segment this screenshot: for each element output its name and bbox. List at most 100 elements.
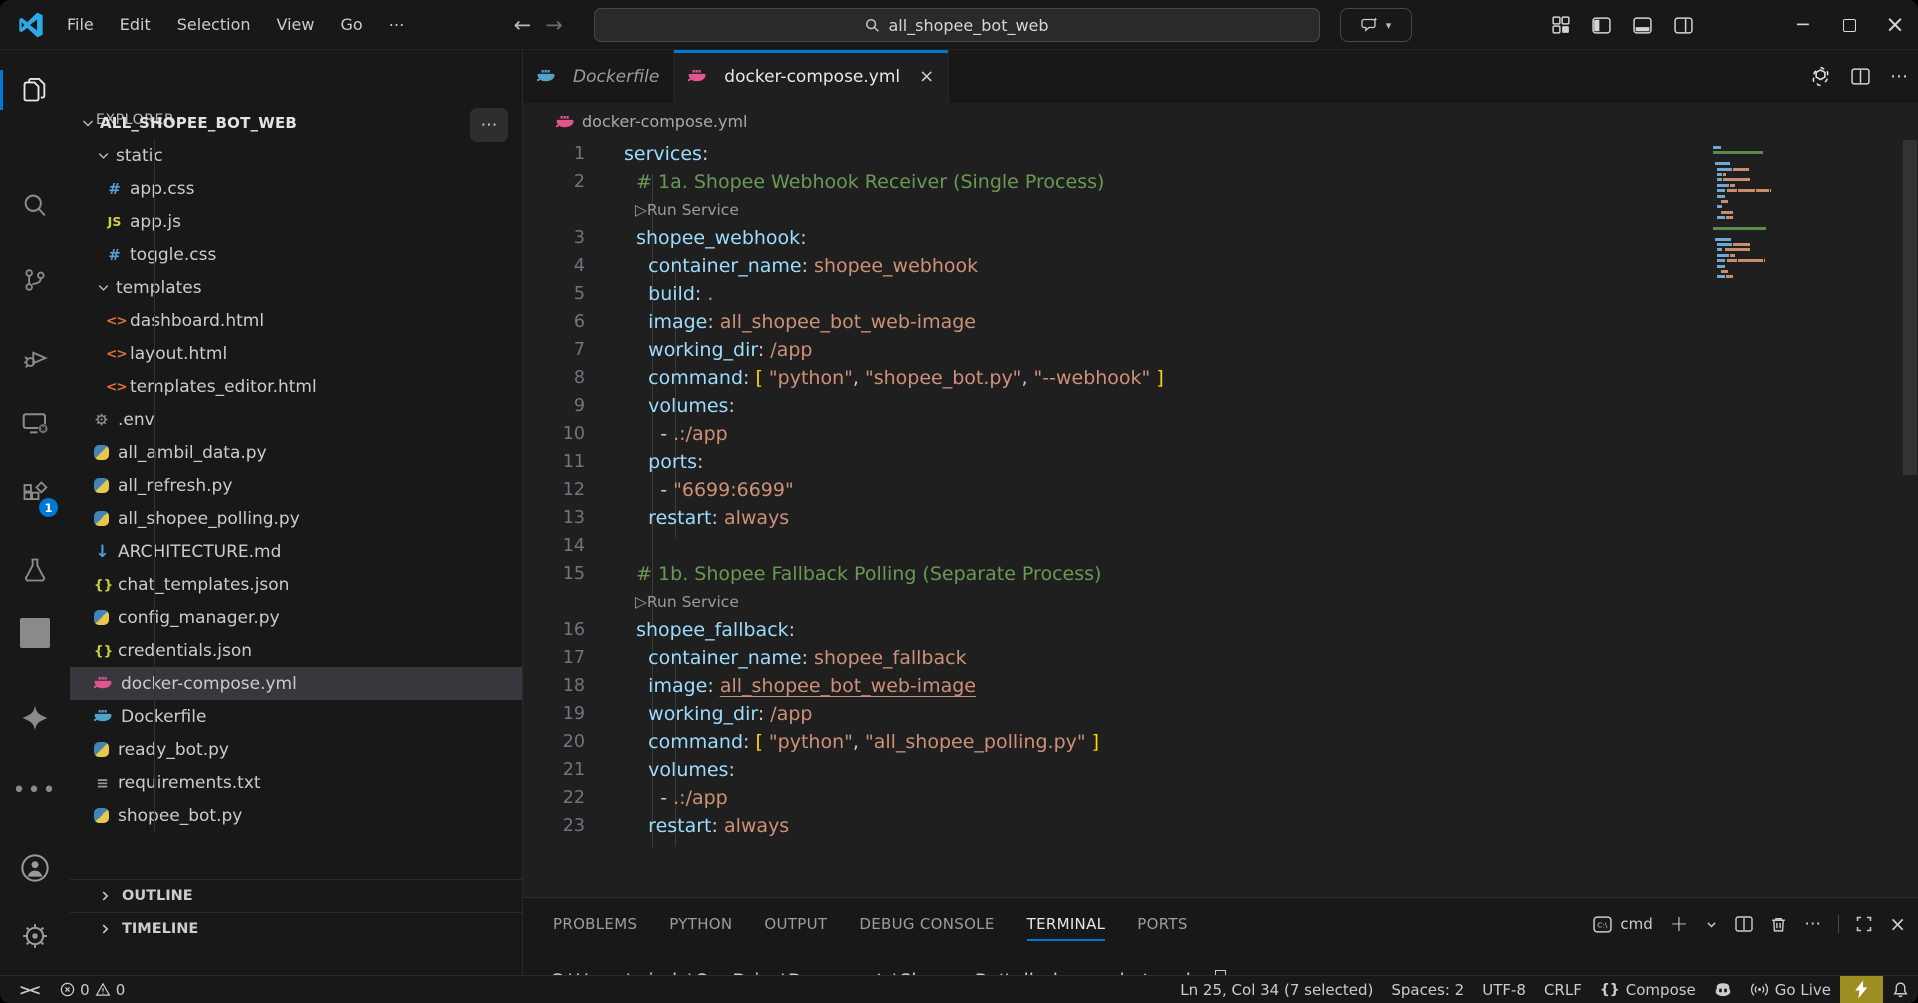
- tree-item-credentials.json[interactable]: {}credentials.json: [70, 634, 522, 667]
- tree-item-all-shopee-polling.py[interactable]: all_shopee_polling.py: [70, 502, 522, 535]
- menu-view[interactable]: View: [264, 10, 328, 39]
- tree-item-docker-compose.yml[interactable]: docker-compose.yml: [70, 667, 522, 700]
- tree-item-chat-templates.json[interactable]: {}chat_templates.json: [70, 568, 522, 601]
- tree-item-app.js[interactable]: JSapp.js: [70, 205, 522, 238]
- menu-go[interactable]: Go: [327, 10, 375, 39]
- new-terminal-icon[interactable]: +: [1670, 912, 1688, 937]
- status-language-mode[interactable]: {}Compose: [1591, 976, 1705, 1003]
- tree-item-layout.html[interactable]: <>layout.html: [70, 337, 522, 370]
- css-file-icon: #: [106, 246, 123, 264]
- tree-item-static[interactable]: static: [70, 139, 522, 172]
- split-terminal-icon[interactable]: [1735, 916, 1753, 932]
- toggle-panel-icon[interactable]: [1633, 17, 1652, 34]
- code-editor[interactable]: 1services:2 # 1a. Shopee Webhook Receive…: [523, 140, 1918, 897]
- editor-tab-docker-compose-yml[interactable]: docker-compose.yml×: [674, 50, 949, 103]
- outline-section[interactable]: OUTLINE: [70, 879, 522, 912]
- panel-tab-output[interactable]: OUTPUT: [764, 898, 827, 950]
- tree-item-templates[interactable]: templates: [70, 271, 522, 304]
- status-thunder-client[interactable]: [1840, 976, 1883, 1003]
- minimap[interactable]: [1713, 146, 1823, 281]
- split-editor-icon[interactable]: [1851, 68, 1870, 85]
- toggle-secondary-sidebar-icon[interactable]: [1674, 17, 1693, 34]
- menu-[interactable]: ⋯: [376, 10, 418, 39]
- maximize-panel-icon[interactable]: [1856, 916, 1872, 932]
- settings-gear-icon[interactable]: [0, 908, 70, 964]
- close-window-button[interactable]: ×: [1872, 0, 1918, 50]
- panel-tab-terminal[interactable]: TERMINAL: [1027, 898, 1106, 950]
- more-views-icon[interactable]: •••: [0, 762, 70, 818]
- kill-terminal-trash-icon[interactable]: [1770, 916, 1787, 933]
- search-icon[interactable]: [0, 177, 70, 233]
- terminal-dropdown-chevron-icon[interactable]: [1705, 918, 1718, 931]
- customize-layout-icon[interactable]: [1552, 16, 1570, 34]
- line-number: 2: [523, 168, 585, 196]
- minimap-line: [1713, 168, 1823, 171]
- chatgpt-icon[interactable]: [1810, 66, 1831, 87]
- remote-indicator[interactable]: ><: [10, 976, 47, 1003]
- panel-tab-problems[interactable]: PROBLEMS: [553, 898, 637, 950]
- editor-scrollbar[interactable]: [1902, 140, 1918, 897]
- status-encoding[interactable]: UTF-8: [1473, 976, 1535, 1003]
- forward-arrow-icon[interactable]: →: [545, 13, 563, 37]
- file-label: all_refresh.py: [118, 476, 232, 496]
- tree-item-app.css[interactable]: #app.css: [70, 172, 522, 205]
- tree-item-dashboard.html[interactable]: <>dashboard.html: [70, 304, 522, 337]
- testing-icon[interactable]: [0, 542, 70, 598]
- explorer-icon[interactable]: [0, 62, 70, 118]
- panel-tab-debug-console[interactable]: DEBUG CONSOLE: [859, 898, 994, 950]
- minimap-line: [1713, 270, 1823, 273]
- tree-item-toggle.css[interactable]: #toggle.css: [70, 238, 522, 271]
- minimap-line: [1713, 275, 1823, 278]
- panel-more-actions-icon[interactable]: ⋯: [1804, 914, 1821, 934]
- problems-status[interactable]: 0 0: [51, 976, 134, 1003]
- terminal-shell-selector[interactable]: C:\ cmd: [1593, 915, 1652, 933]
- toggle-primary-sidebar-icon[interactable]: [1592, 17, 1611, 34]
- line-number: 20: [523, 728, 585, 756]
- accounts-icon[interactable]: [0, 840, 70, 896]
- close-panel-icon[interactable]: ×: [1889, 912, 1906, 936]
- extension-square-icon[interactable]: [0, 605, 70, 661]
- tree-item-architecture.md[interactable]: ↓ARCHITECTURE.md: [70, 535, 522, 568]
- remote-explorer-icon[interactable]: [0, 395, 70, 451]
- tree-item-dockerfile[interactable]: Dockerfile: [70, 700, 522, 733]
- tree-root-folder[interactable]: ALL_SHOPEE_BOT_WEB: [70, 106, 522, 139]
- command-center-label: all_shopee_bot_web: [888, 16, 1048, 35]
- error-count: 0: [80, 981, 90, 999]
- status-go-live[interactable]: Go Live: [1741, 976, 1840, 1003]
- tree-item-config-manager.py[interactable]: config_manager.py: [70, 601, 522, 634]
- menu-edit[interactable]: Edit: [107, 10, 164, 39]
- breadcrumb[interactable]: docker-compose.yml: [523, 103, 1918, 140]
- gemini-sparkle-icon[interactable]: [0, 690, 70, 746]
- codelens-run-service[interactable]: ▷Run Service: [523, 588, 1918, 616]
- back-arrow-icon[interactable]: ←: [514, 13, 532, 37]
- tree-item-ready-bot.py[interactable]: ready_bot.py: [70, 733, 522, 766]
- status-copilot-status[interactable]: [1705, 976, 1741, 1003]
- status-cursor-position[interactable]: Ln 25, Col 34 (7 selected): [1171, 976, 1382, 1003]
- scrollbar-thumb[interactable]: [1903, 140, 1917, 475]
- status-eol[interactable]: CRLF: [1535, 976, 1591, 1003]
- copilot-chat-button[interactable]: ▾: [1340, 8, 1412, 42]
- menu-file[interactable]: File: [54, 10, 107, 39]
- maximize-button[interactable]: [1826, 0, 1872, 50]
- more-actions-icon[interactable]: ⋯: [1890, 66, 1908, 87]
- menu-selection[interactable]: Selection: [164, 10, 264, 39]
- tree-item-templates-editor.html[interactable]: <>templates_editor.html: [70, 370, 522, 403]
- panel-tab-ports[interactable]: PORTS: [1137, 898, 1187, 950]
- run-debug-icon[interactable]: [0, 330, 70, 386]
- minimize-button[interactable]: ─: [1780, 0, 1826, 50]
- close-tab-icon[interactable]: ×: [919, 66, 934, 87]
- panel-tab-python[interactable]: PYTHON: [669, 898, 732, 950]
- tree-item-shopee-bot.py[interactable]: shopee_bot.py: [70, 799, 522, 832]
- timeline-section[interactable]: TIMELINE: [70, 912, 522, 945]
- status-indentation[interactable]: Spaces: 2: [1382, 976, 1473, 1003]
- tree-item-all-ambil-data.py[interactable]: all_ambil_data.py: [70, 436, 522, 469]
- tree-item-requirements.txt[interactable]: ≡requirements.txt: [70, 766, 522, 799]
- tree-item-all-refresh.py[interactable]: all_refresh.py: [70, 469, 522, 502]
- codelens-run-service[interactable]: ▷Run Service: [523, 196, 1918, 224]
- editor-tab-dockerfile[interactable]: Dockerfile: [523, 50, 674, 103]
- source-control-icon[interactable]: [0, 252, 70, 308]
- status-notifications[interactable]: [1883, 976, 1918, 1003]
- command-center[interactable]: all_shopee_bot_web: [594, 8, 1320, 42]
- extensions-icon[interactable]: 1: [0, 467, 70, 523]
- tree-item-.env[interactable]: .env: [70, 403, 522, 436]
